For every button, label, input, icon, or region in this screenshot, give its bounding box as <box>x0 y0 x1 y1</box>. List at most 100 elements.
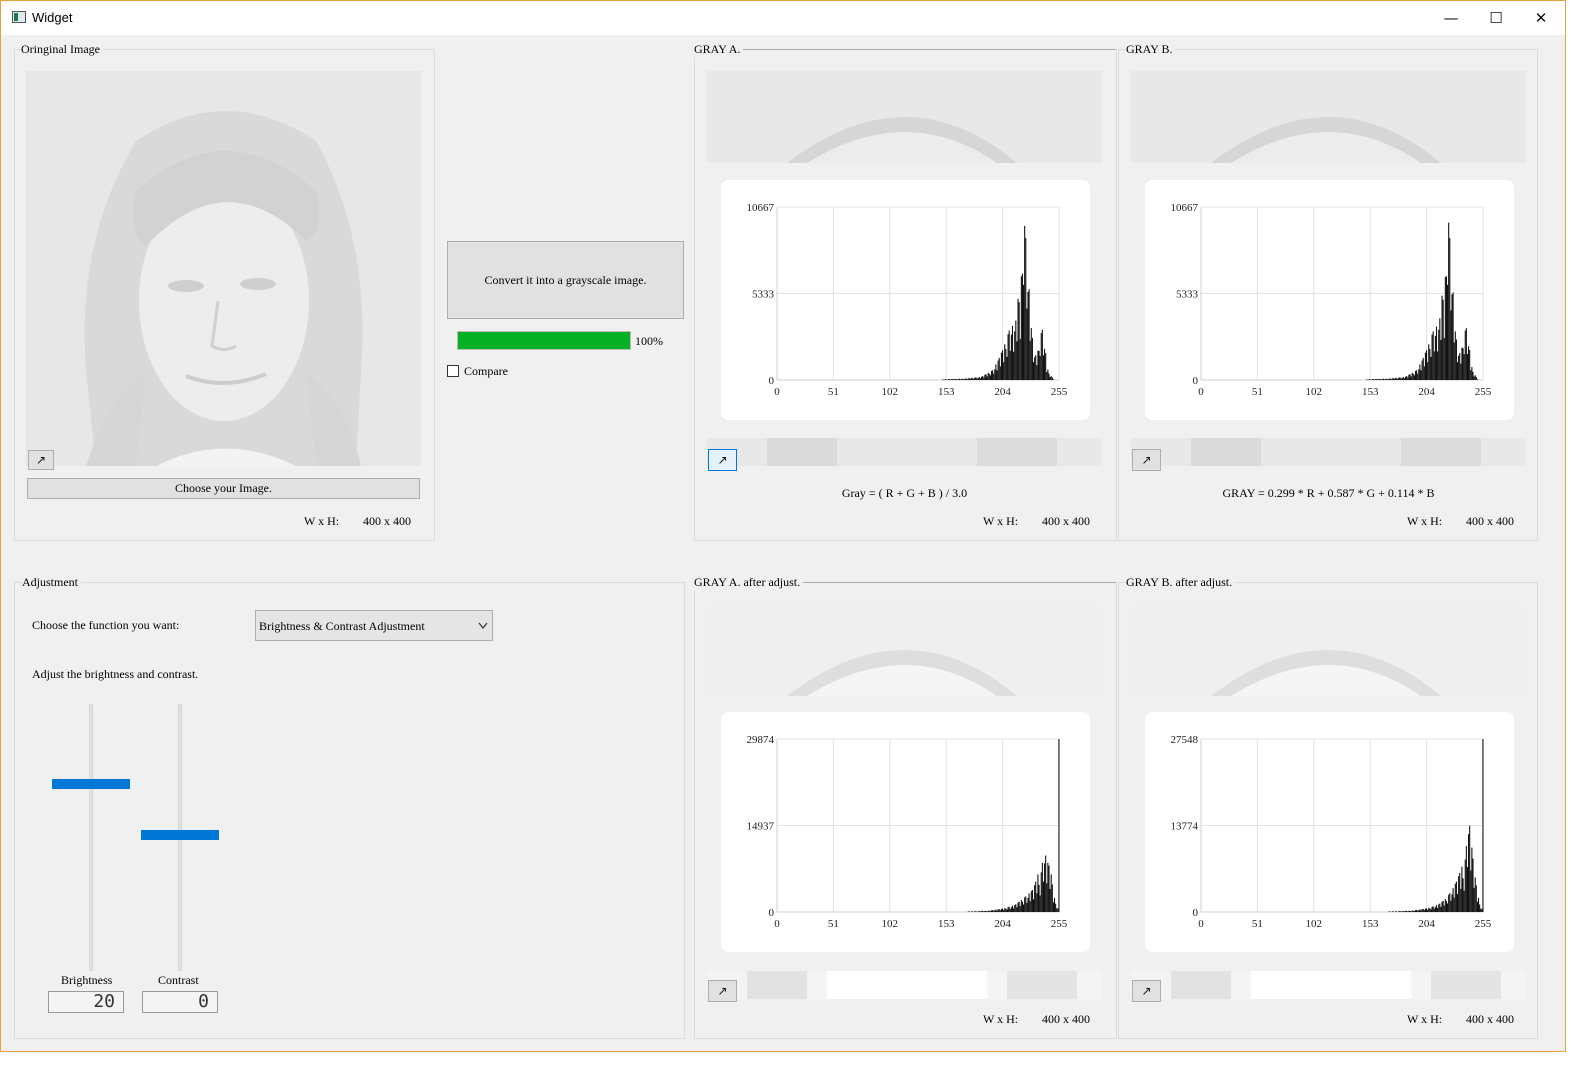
histogram-bar <box>1456 362 1459 380</box>
histogram-bar <box>1039 895 1041 912</box>
histogram-bar <box>1010 907 1012 912</box>
histogram-bar <box>1038 350 1040 380</box>
histogram-bar <box>1423 910 1425 912</box>
histogram-bar <box>993 910 995 912</box>
histogram-bar <box>1409 910 1411 912</box>
compare-checkbox[interactable] <box>447 365 459 377</box>
histogram-bar <box>1040 872 1042 912</box>
popout-icon[interactable]: ↗ <box>708 980 737 1002</box>
histogram-bar <box>1006 356 1008 380</box>
histogram-bar <box>1447 284 1449 380</box>
histogram-bar <box>972 378 974 380</box>
histogram-bar <box>998 357 1000 380</box>
gray-b-wh-label: W x H: <box>1407 514 1443 528</box>
histogram-bar <box>1024 897 1026 912</box>
histogram-bar <box>1041 329 1043 380</box>
histogram-bar <box>1418 369 1420 380</box>
histogram-bar <box>990 910 993 912</box>
choose-image-button[interactable]: Choose your Image. <box>27 478 420 499</box>
histogram-bar <box>1051 377 1053 380</box>
progress-fill <box>458 332 630 349</box>
brightness-slider-handle[interactable] <box>52 778 130 789</box>
app-window: Widget — ☐ ✕ Oringinal Image ↗ Choose yo… <box>0 0 1566 1052</box>
histogram-bar <box>1460 888 1462 912</box>
histogram-bar <box>1386 378 1388 380</box>
gray-b-formula: GRAY = 0.299 * R + 0.587 * G + 0.114 * B <box>1222 486 1435 500</box>
histogram-bar <box>992 370 994 380</box>
histogram-bar <box>1044 863 1046 912</box>
histogram-bar <box>1393 378 1396 380</box>
histogram-bar <box>1002 350 1004 380</box>
x-tick-label: 204 <box>1418 386 1435 398</box>
histogram-bar <box>1007 907 1009 912</box>
histogram-bar <box>1028 289 1030 380</box>
histogram-bar <box>1419 364 1421 380</box>
convert-button[interactable]: Convert it into a grayscale image. <box>447 241 684 319</box>
histogram-bar <box>990 370 993 380</box>
histogram-bar <box>1390 379 1392 380</box>
histogram-bar <box>1476 901 1478 912</box>
histogram-bar <box>1459 873 1461 912</box>
histogram-bar <box>1368 379 1370 380</box>
histogram-bar <box>1474 375 1476 380</box>
gray-b-image <box>1131 71 1526 163</box>
histogram-bar <box>995 364 997 380</box>
histogram-bar <box>1399 377 1401 380</box>
maximize-icon[interactable]: ☐ <box>1473 1 1519 35</box>
histogram-bar <box>1403 911 1405 912</box>
histogram-bar <box>1466 867 1469 912</box>
contrast-slider-handle[interactable] <box>141 829 219 840</box>
histogram-bar <box>1437 351 1439 380</box>
histogram-bar <box>1383 379 1386 380</box>
x-tick-label: 204 <box>994 386 1011 398</box>
histogram-bar <box>1057 908 1059 912</box>
histogram-bar <box>1004 344 1006 380</box>
histogram-bar <box>1445 900 1448 912</box>
popout-icon[interactable]: ↗ <box>1132 449 1161 471</box>
histogram-bar <box>953 379 955 380</box>
x-tick-label: 102 <box>882 386 899 398</box>
histogram-bar <box>1428 344 1430 380</box>
close-icon[interactable]: ✕ <box>1518 1 1564 35</box>
histogram-bar <box>1032 362 1035 380</box>
histogram-bar <box>980 376 983 380</box>
adjustment-group-label: Adjustment <box>22 575 81 590</box>
histogram-bar <box>1412 373 1414 380</box>
minimize-icon[interactable]: — <box>1428 1 1474 35</box>
popout-icon[interactable]: ↗ <box>708 449 737 471</box>
function-select[interactable]: Brightness & Contrast Adjustment <box>255 610 493 641</box>
contrast-label: Contrast <box>158 973 199 987</box>
popout-icon[interactable]: ↗ <box>28 450 54 470</box>
histogram-bar <box>974 377 976 380</box>
gray-b-wh-value: 400 x 400 <box>1466 514 1514 528</box>
x-tick-label: 255 <box>1475 386 1492 398</box>
popout-icon[interactable]: ↗ <box>1132 980 1161 1002</box>
histogram-bar <box>978 911 980 912</box>
histogram-bar <box>1473 887 1475 912</box>
histogram-bar <box>1395 911 1397 912</box>
histogram-bar <box>1008 906 1010 912</box>
histogram-bar <box>1047 862 1049 912</box>
histogram-bar <box>1427 909 1429 912</box>
histogram-bar <box>1438 904 1440 912</box>
histogram-bar <box>1005 908 1007 912</box>
histogram-bar <box>1410 911 1412 912</box>
y-tick-label: 5333 <box>1176 289 1199 301</box>
histogram-bar <box>1422 908 1424 912</box>
histogram-bar <box>1397 378 1399 380</box>
histogram-bar <box>1377 379 1379 380</box>
histogram-bar <box>971 911 973 912</box>
histogram-bar <box>1414 370 1417 380</box>
gray-a-group-label: GRAY A. <box>694 42 744 57</box>
histogram-bar <box>1411 910 1413 912</box>
histogram-bar <box>982 910 984 912</box>
x-tick-label: 153 <box>1362 918 1379 930</box>
brightness-slider[interactable] <box>89 704 93 971</box>
histogram-bar <box>1385 379 1387 380</box>
histogram-bar <box>1437 908 1439 912</box>
x-tick-label: 0 <box>1198 918 1204 930</box>
histogram-bar <box>1024 225 1026 380</box>
x-tick-label: 255 <box>1051 386 1068 398</box>
histogram-bar <box>1392 378 1394 380</box>
histogram-bar <box>1027 291 1029 380</box>
